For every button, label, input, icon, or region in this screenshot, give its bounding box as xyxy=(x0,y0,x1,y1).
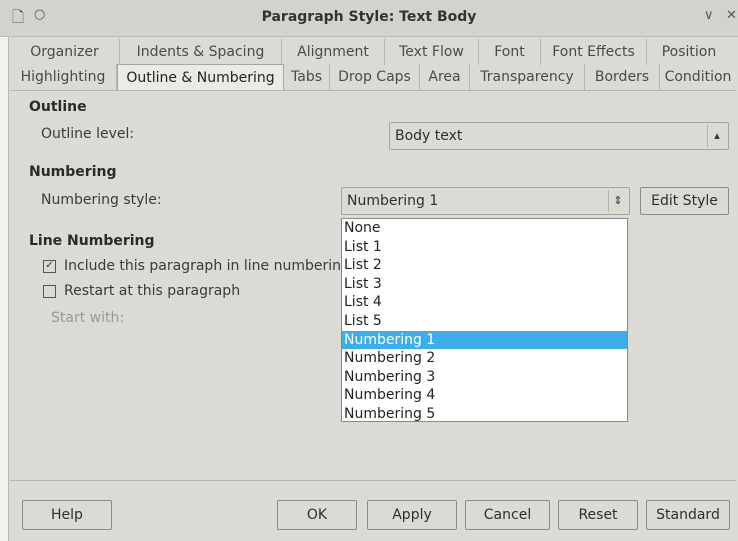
numbering-style-label: Numbering style: xyxy=(41,192,162,208)
spin-arrows-icon: ▴ xyxy=(707,125,726,147)
window-title: Paragraph Style: Text Body xyxy=(261,9,477,25)
dropdown-option[interactable]: List 2 xyxy=(342,256,627,275)
tab-font[interactable]: Font xyxy=(479,39,541,65)
dropdown-option[interactable]: Numbering 2 xyxy=(342,349,627,368)
tab-text-flow[interactable]: Text Flow xyxy=(385,39,479,65)
dropdown-option[interactable]: List 3 xyxy=(342,275,627,294)
include-line-numbering-label: Include this paragraph in line numberin xyxy=(64,258,341,274)
checkbox-unchecked-icon xyxy=(43,284,56,298)
checkbox-checked-icon: ✓ xyxy=(43,259,56,273)
dropdown-option[interactable]: List 1 xyxy=(342,238,627,257)
tab-condition[interactable]: Condition xyxy=(660,64,736,90)
close-icon[interactable]: ✕ xyxy=(726,8,737,23)
tab-tabs[interactable]: Tabs xyxy=(284,64,330,90)
spin-arrows-icon: ⇕ xyxy=(608,190,627,212)
tab-row-1: Organizer Indents & Spacing Alignment Te… xyxy=(10,39,731,65)
edit-style-button[interactable]: Edit Style xyxy=(640,187,729,215)
tab-area[interactable]: Area xyxy=(420,64,470,90)
cancel-button[interactable]: Cancel xyxy=(465,500,550,530)
include-line-numbering-checkbox[interactable]: ✓ Include this paragraph in line numberin xyxy=(43,258,341,274)
outline-level-select[interactable]: Body text ▴ xyxy=(389,122,729,150)
tab-highlighting[interactable]: Highlighting xyxy=(10,64,117,90)
restart-paragraph-label: Restart at this paragraph xyxy=(64,283,241,299)
ok-button[interactable]: OK xyxy=(277,500,357,530)
window-left-edge xyxy=(0,0,9,541)
tab-indents-spacing[interactable]: Indents & Spacing xyxy=(120,39,282,65)
tab-borders[interactable]: Borders xyxy=(585,64,660,90)
start-with-label: Start with: xyxy=(51,310,125,326)
numbering-style-dropdown[interactable]: None List 1 List 2 List 3 List 4 List 5 Number… xyxy=(341,218,628,422)
tab-outline-numbering[interactable]: Outline & Numbering xyxy=(117,64,284,90)
line-numbering-heading: Line Numbering xyxy=(29,233,155,249)
dropdown-option[interactable]: Numbering 1 xyxy=(342,330,627,350)
title-bar[interactable]: 🗋 ○ Paragraph Style: Text Body ∨ ✕ xyxy=(0,0,738,37)
numbering-style-select[interactable]: Numbering 1 ⇕ xyxy=(341,187,630,215)
dropdown-option[interactable]: Numbering 5 xyxy=(342,405,627,424)
tab-font-effects[interactable]: Font Effects xyxy=(541,39,647,65)
minimize-icon[interactable]: ∨ xyxy=(704,8,714,23)
tab-transparency[interactable]: Transparency xyxy=(470,64,585,90)
tab-drop-caps[interactable]: Drop Caps xyxy=(330,64,420,90)
standard-button[interactable]: Standard xyxy=(646,500,730,530)
tab-organizer[interactable]: Organizer xyxy=(10,39,120,65)
tab-position[interactable]: Position xyxy=(647,39,731,65)
reset-button[interactable]: Reset xyxy=(558,500,638,530)
apply-button[interactable]: Apply xyxy=(367,500,457,530)
help-button[interactable]: Help xyxy=(22,500,112,530)
dropdown-option[interactable]: Numbering 3 xyxy=(342,368,627,387)
restart-paragraph-checkbox[interactable]: Restart at this paragraph xyxy=(43,283,240,299)
tab-alignment[interactable]: Alignment xyxy=(282,39,385,65)
button-bar xyxy=(10,480,736,481)
dropdown-option[interactable]: Numbering 4 xyxy=(342,386,627,405)
numbering-style-value: Numbering 1 xyxy=(347,193,439,209)
tab-row-2: Highlighting Outline & Numbering Tabs Dr… xyxy=(10,64,736,90)
dropdown-option[interactable]: None xyxy=(342,219,627,238)
dropdown-option[interactable]: List 4 xyxy=(342,293,627,312)
outline-level-value: Body text xyxy=(395,128,463,144)
numbering-heading: Numbering xyxy=(29,164,117,180)
outline-heading: Outline xyxy=(29,99,87,115)
dropdown-option[interactable]: List 5 xyxy=(342,312,627,331)
outline-level-label: Outline level: xyxy=(41,126,135,142)
